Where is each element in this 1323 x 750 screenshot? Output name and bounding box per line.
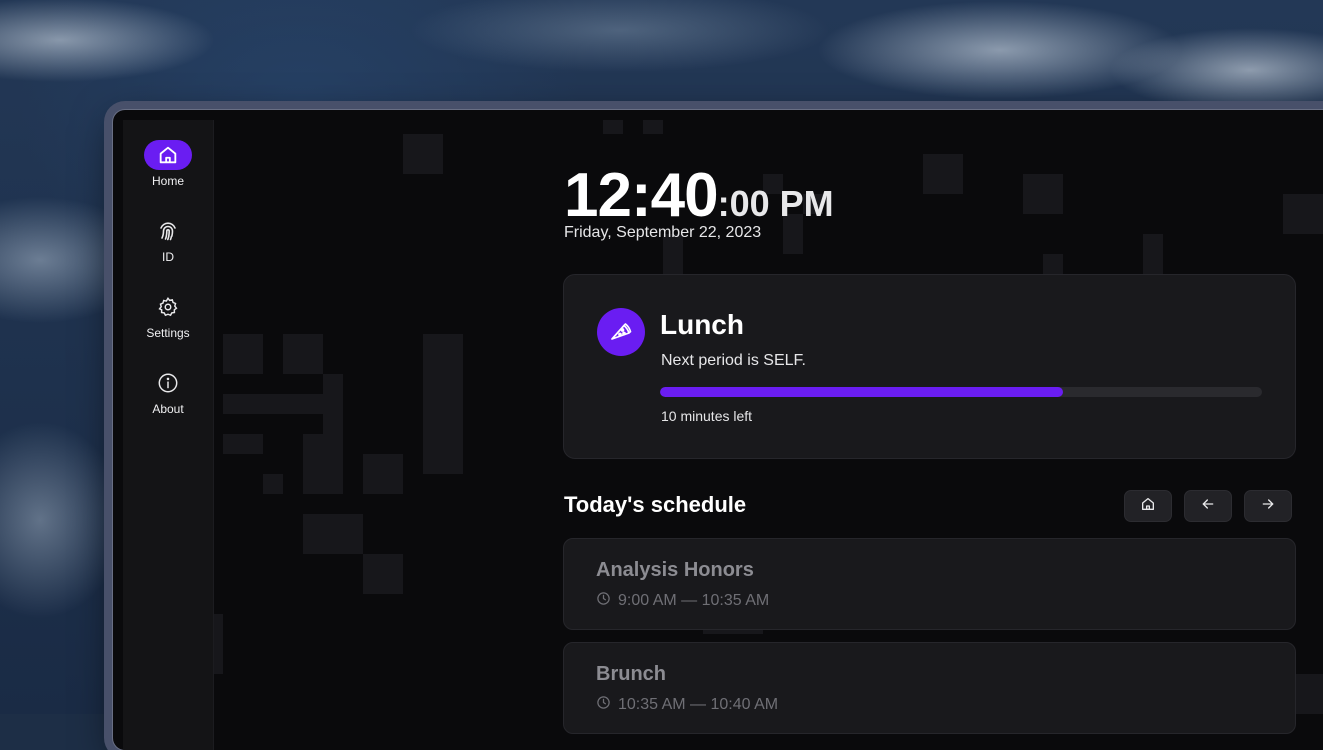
class-time: 9:00 AM — 10:35 AM <box>596 591 769 611</box>
sidebar-item-label: About <box>152 402 184 416</box>
sidebar-item-about[interactable]: About <box>123 368 213 416</box>
time-left-text: 10 minutes left <box>661 408 753 424</box>
clock-icon <box>596 695 611 715</box>
period-progress-fill <box>660 387 1064 397</box>
app-window: Home ID Settings About 12:40:00 PM Frida… <box>113 110 1323 750</box>
clock-seconds-period: :00 PM <box>717 183 834 224</box>
sidebar-item-label: ID <box>162 250 174 264</box>
pizza-icon <box>597 308 645 356</box>
class-time-text: 10:35 AM — 10:40 AM <box>618 696 779 713</box>
sidebar-item-settings[interactable]: Settings <box>123 292 213 340</box>
class-time-text: 9:00 AM — 10:35 AM <box>618 592 770 609</box>
date-label: Friday, September 22, 2023 <box>564 224 762 241</box>
home-icon <box>144 140 192 170</box>
clock-hours-minutes: 12:40 <box>564 161 719 230</box>
gear-icon <box>144 292 192 322</box>
main-content: 12:40:00 PM Friday, September 22, 2023 L… <box>214 120 1323 750</box>
class-name: Brunch <box>596 663 666 685</box>
class-time: 10:35 AM — 10:40 AM <box>596 695 778 715</box>
schedule-today-button[interactable] <box>1124 490 1172 522</box>
arrow-right-icon <box>1260 496 1276 517</box>
clock-icon <box>596 591 611 611</box>
arrow-left-icon <box>1200 496 1216 517</box>
current-period-name: Lunch <box>660 309 744 340</box>
sidebar-item-id[interactable]: ID <box>123 216 213 264</box>
sidebar: Home ID Settings About <box>123 120 214 750</box>
sidebar-item-home[interactable]: Home <box>123 140 213 188</box>
schedule-class-card: Brunch 10:35 AM — 10:40 AM <box>563 642 1296 734</box>
home-icon <box>1140 496 1156 517</box>
schedule-previous-button[interactable] <box>1184 490 1232 522</box>
clock: 12:40:00 PM <box>564 160 834 231</box>
class-name: Analysis Honors <box>596 559 754 581</box>
current-period-card: Lunch Next period is SELF. 10 minutes le… <box>563 274 1296 459</box>
schedule-next-button[interactable] <box>1244 490 1292 522</box>
period-progress-bar <box>660 387 1262 397</box>
info-icon <box>144 368 192 398</box>
sidebar-item-label: Home <box>151 174 184 188</box>
schedule-title: Today's schedule <box>564 492 747 517</box>
schedule-class-card: Analysis Honors 9:00 AM — 10:35 AM <box>563 538 1296 630</box>
next-period-text: Next period is SELF. <box>661 352 806 369</box>
fingerprint-icon <box>144 216 192 246</box>
sidebar-item-label: Settings <box>146 326 190 340</box>
